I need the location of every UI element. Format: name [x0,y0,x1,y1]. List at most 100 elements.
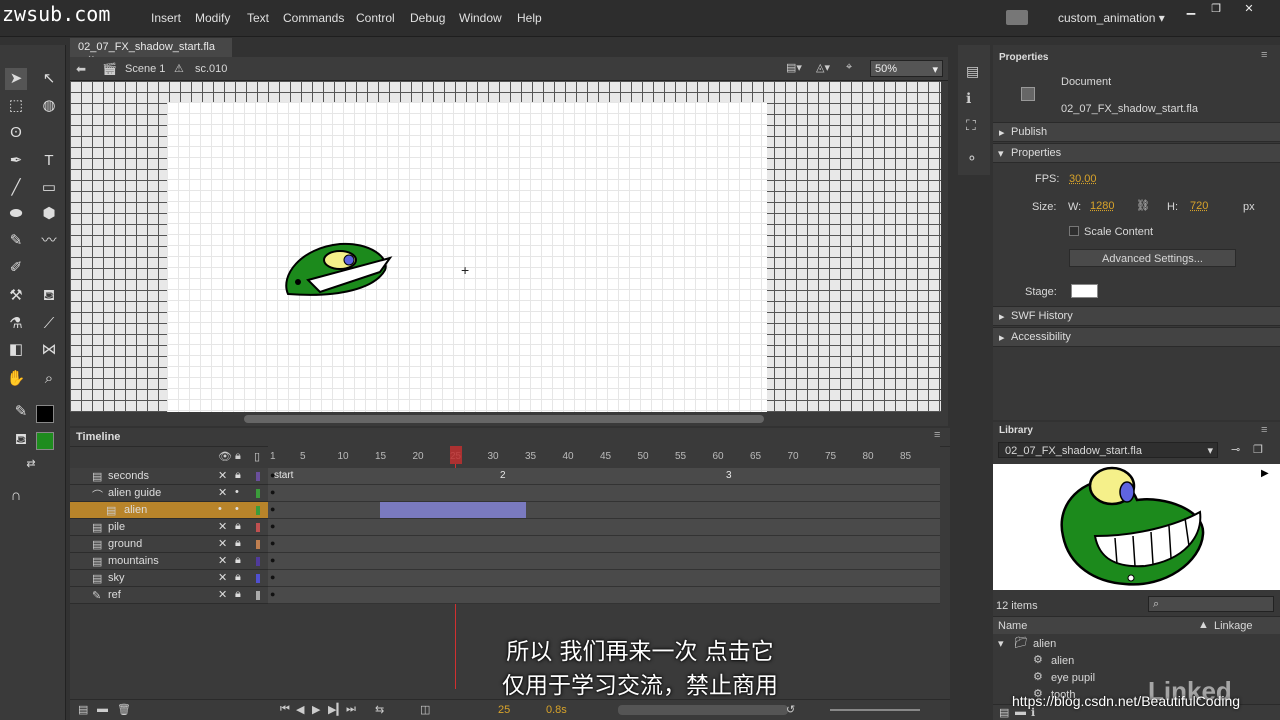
go-last-icon[interactable]: ⏭ [346,703,356,716]
new-layer-icon[interactable]: ▤ [78,703,88,716]
menu-text[interactable]: Text [247,11,269,25]
lock-icon[interactable]: 🔒︎ [235,537,241,550]
lock-icon[interactable]: 🔒︎ [235,571,241,584]
layer-color-swatch[interactable] [256,506,260,515]
layer-color-swatch[interactable] [256,472,260,481]
frames-row[interactable]: ● start 2 3 [268,468,940,485]
properties-section[interactable]: ▾ Properties [993,143,1280,163]
free-transform-icon[interactable]: ⬚ [5,95,27,117]
lock-all-icon[interactable]: 🔒︎ [235,450,241,463]
menu-control[interactable]: Control [356,11,395,25]
menu-modify[interactable]: Modify [195,11,230,25]
menu-insert[interactable]: Insert [151,11,181,25]
3d-rotation-icon[interactable]: ◍ [38,95,60,117]
center-stage-icon[interactable]: ⌖ [846,61,852,74]
keyframe[interactable]: ● [270,487,275,497]
lock-icon[interactable]: 🔒︎ [235,469,241,482]
panel-menu-icon[interactable]: ≡ [1261,424,1267,436]
linkage-column-header[interactable]: Linkage [1214,620,1253,632]
selection-tool-icon[interactable]: ➤ [5,68,27,90]
lock-icon[interactable]: 🔒︎ [235,520,241,533]
menu-window[interactable]: Window [459,11,502,25]
hand-tool-icon[interactable]: ✋ [5,368,27,390]
visibility-toggle[interactable]: ✕ [218,520,227,533]
layer-row[interactable]: ▤ alien • • [70,502,268,519]
stroke-color-swatch[interactable] [36,405,54,423]
motion-tween-span[interactable] [380,502,526,518]
sync-icon[interactable] [1006,10,1028,25]
back-arrow-icon[interactable]: ⬅ [76,62,86,76]
step-forward-icon[interactable]: ▶▎ [328,703,345,716]
height-value[interactable]: 720 [1190,200,1208,212]
horizontal-scrollbar[interactable] [70,412,948,426]
scale-content-checkbox[interactable] [1069,226,1079,236]
pencil-tool-icon[interactable]: ✎ [5,230,27,252]
menu-commands[interactable]: Commands [283,11,344,25]
fps-value[interactable]: 30.00 [1069,173,1097,185]
ink-bottle-icon[interactable]: ⚗ [5,313,27,335]
layer-color-swatch[interactable] [256,540,260,549]
play-preview-icon[interactable]: ▶ [1261,468,1269,479]
play-icon[interactable]: ▶ [312,703,320,716]
step-back-icon[interactable]: ◀ [296,703,304,716]
zoom-slider[interactable] [830,709,920,711]
layer-color-swatch[interactable] [256,591,260,600]
new-library-panel-icon[interactable]: ❐ [1253,443,1263,456]
lock-icon[interactable]: • [235,486,239,498]
visibility-toggle[interactable]: ✕ [218,571,227,584]
oval-tool-icon[interactable]: ⬬ [5,203,27,225]
menu-help[interactable]: Help [517,11,542,25]
playhead[interactable] [450,446,462,464]
layer-row[interactable]: ▤ sky ✕ 🔒︎ [70,570,268,587]
paint-bucket-icon[interactable]: ⛾ [38,285,60,307]
document-tab[interactable]: 02_07_FX_shadow_start.fla × [70,38,232,65]
eyedropper-icon[interactable]: ⟋ [38,313,60,335]
layer-color-swatch[interactable] [256,557,260,566]
swap-colors-icon[interactable]: ⇄ [20,453,42,475]
close-icon[interactable]: ✕ [1238,2,1260,18]
sort-up-icon[interactable]: ▲ [1198,619,1209,631]
width-tool-icon[interactable]: ⋈ [38,339,60,361]
alien-character[interactable] [280,236,400,306]
layer-row[interactable]: ▤ ground ✕ 🔒︎ [70,536,268,553]
edit-symbol-icon[interactable]: ◬▾ [816,61,830,74]
frames-row[interactable]: ● [268,485,940,502]
center-frame-icon[interactable]: ↺ [786,703,795,716]
show-hide-all-icon[interactable]: 👁︎ [218,450,232,463]
library-search-input[interactable]: ⌕ [1148,596,1274,612]
accessibility-section[interactable]: ▸ Accessibility [993,327,1280,347]
panel-menu-icon[interactable]: ≡ [934,429,940,441]
zoom-select[interactable]: 50% ▾ [870,60,943,77]
stage[interactable]: + [167,102,767,413]
stage-pasteboard[interactable]: + [70,81,948,413]
minimize-icon[interactable]: ▁ [1180,2,1202,18]
name-column-header[interactable]: Name [998,620,1027,632]
outline-all-icon[interactable]: ▯ [254,450,260,463]
menu-debug[interactable]: Debug [410,11,445,25]
keyframe[interactable]: ● [270,521,275,531]
stage-color-swatch[interactable] [1071,284,1098,298]
layer-row[interactable]: ▤ pile ✕ 🔒︎ [70,519,268,536]
vertical-scrollbar[interactable] [941,81,948,413]
pen-tool-icon[interactable]: ✒ [5,150,27,172]
new-symbol-icon[interactable]: ▤ [999,706,1009,719]
publish-section[interactable]: ▸ Publish [993,122,1280,142]
frames-row[interactable]: ● [268,502,940,519]
fill-color-swatch[interactable] [36,432,54,450]
paint-brush-icon[interactable]: ✐ [5,257,27,279]
keyframe[interactable]: ● [270,555,275,565]
lock-icon[interactable]: 🔒︎ [235,554,241,567]
workspace-switcher[interactable]: custom_animation ▾ [1058,11,1165,25]
frames-row[interactable]: ● [268,570,940,587]
visibility-toggle[interactable]: ✕ [218,537,227,550]
polystar-tool-icon[interactable]: ⬢ [38,203,60,225]
current-frame[interactable]: 25 [498,704,510,716]
visibility-toggle[interactable]: ✕ [218,588,227,601]
symbol-name[interactable]: sc.010 [195,63,227,75]
visibility-toggle[interactable]: ✕ [218,486,227,499]
layer-row[interactable]: ⌒ alien guide ✕ • [70,485,268,502]
eraser-icon[interactable]: ◧ [5,339,27,361]
layer-row[interactable]: ▤ seconds ✕ 🔒︎ [70,468,268,485]
line-tool-icon[interactable]: ╱ [5,177,27,199]
swf-history-section[interactable]: ▸ SWF History [993,306,1280,326]
